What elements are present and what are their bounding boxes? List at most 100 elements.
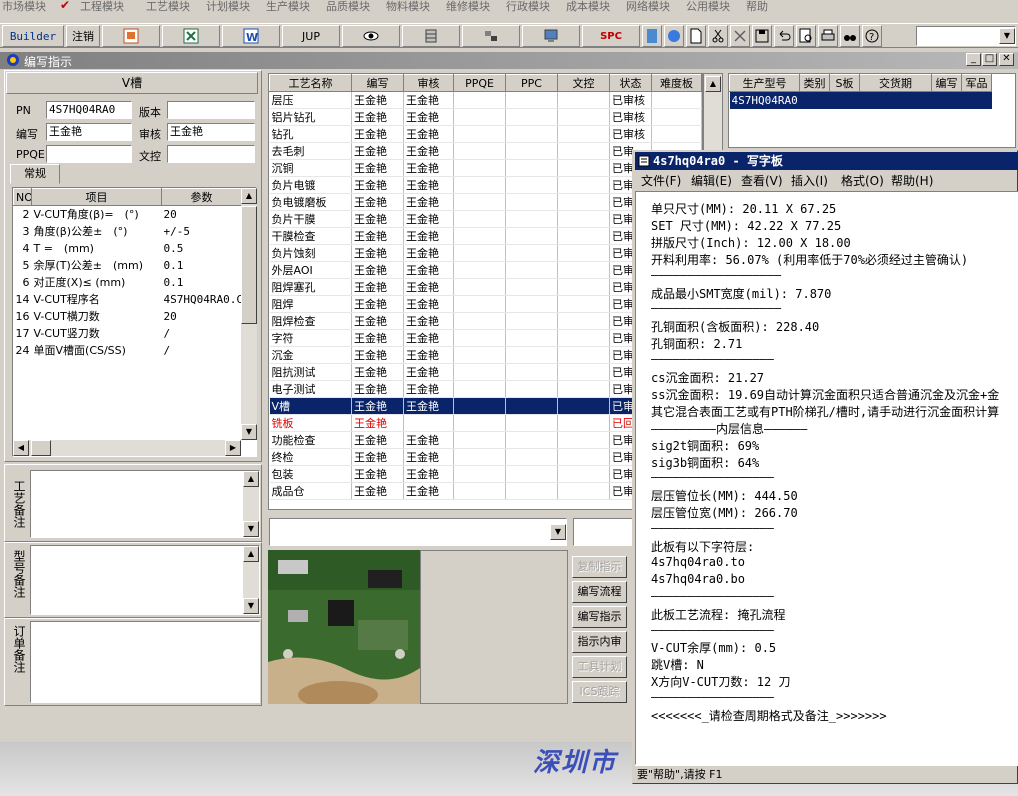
process-header-0[interactable]: 工艺名称 bbox=[269, 74, 352, 92]
param-header-item[interactable]: 项目 bbox=[31, 188, 162, 206]
process-header-4[interactable]: PPC bbox=[505, 74, 558, 92]
wordpad-document[interactable]: 单只尺寸(MM): 20.11 X 67.25 SET 尺寸(MM): 42.22… bbox=[635, 191, 1018, 765]
new-button[interactable] bbox=[686, 25, 706, 47]
tab-general[interactable]: 常规 bbox=[10, 164, 60, 184]
param-vscrollbar[interactable]: ▲ ▼ bbox=[241, 188, 257, 440]
network-button[interactable] bbox=[462, 25, 520, 47]
hscroll-thumb[interactable] bbox=[31, 440, 51, 456]
logout-button[interactable]: 注销 bbox=[66, 25, 100, 47]
pn-field[interactable]: 4S7HQ04RA0 bbox=[46, 101, 132, 119]
menu-market[interactable]: 市场模块 bbox=[2, 0, 46, 14]
menu-material[interactable]: 物料模块 bbox=[386, 0, 430, 14]
scroll-up-icon[interactable]: ▲ bbox=[243, 546, 259, 562]
param-row[interactable]: 24 单面V槽面(CS/SS) / bbox=[14, 342, 242, 359]
version-field[interactable] bbox=[167, 101, 255, 119]
save-button[interactable] bbox=[752, 25, 772, 47]
process-row[interactable]: 铝片钻孔 王金艳 王金艳 已审核 bbox=[269, 108, 702, 126]
process-header-3[interactable]: PPQE bbox=[453, 74, 506, 92]
ppqe-field[interactable] bbox=[46, 145, 132, 163]
process-header-6[interactable]: 状态 bbox=[609, 74, 652, 92]
param-row[interactable]: 3 角度(β)公差± (°) +/-5 bbox=[14, 223, 242, 240]
process-header-5[interactable]: 文控 bbox=[557, 74, 610, 92]
undo-button[interactable] bbox=[774, 25, 794, 47]
minimize-button[interactable]: _ bbox=[966, 53, 981, 66]
scroll-down-icon[interactable]: ▼ bbox=[243, 598, 259, 614]
write-instruction-button[interactable]: 编写指示 bbox=[572, 606, 627, 628]
param-hscrollbar[interactable]: ◀ ▶ bbox=[13, 440, 241, 456]
order-header-3[interactable]: 交货期 bbox=[859, 74, 932, 92]
param-row[interactable]: 5 余厚(T)公差± (mm) 0.1 bbox=[14, 257, 242, 274]
view-button[interactable] bbox=[342, 25, 400, 47]
audit-field[interactable]: 王金艳 bbox=[167, 123, 255, 141]
find-button[interactable] bbox=[840, 25, 860, 47]
ics-track-button[interactable]: ICS跟踪 bbox=[572, 681, 627, 703]
scroll-left-icon[interactable]: ◀ bbox=[13, 440, 29, 456]
menu-engineering[interactable]: 工程模块 bbox=[80, 0, 124, 14]
database-button[interactable] bbox=[402, 25, 460, 47]
maximize-button[interactable]: □ bbox=[982, 53, 997, 66]
wp-menu-format[interactable]: 格式(O) bbox=[841, 172, 884, 189]
menu-plan[interactable]: 计划模块 bbox=[206, 0, 250, 14]
order-header-4[interactable]: 编写 bbox=[931, 74, 962, 92]
menu-network[interactable]: 网络模块 bbox=[626, 0, 670, 14]
menu-process[interactable]: 工艺模块 bbox=[146, 0, 190, 14]
menu-quality[interactable]: 品质模块 bbox=[326, 0, 370, 14]
menu-maintenance[interactable]: 维修模块 bbox=[446, 0, 490, 14]
process-header-2[interactable]: 审核 bbox=[403, 74, 454, 92]
order-notes-field[interactable] bbox=[30, 621, 260, 703]
scroll-up-icon[interactable]: ▲ bbox=[243, 471, 259, 487]
print-button[interactable] bbox=[818, 25, 838, 47]
order-row[interactable]: 4S7HQ04RA0 bbox=[729, 91, 992, 109]
powerpoint-button[interactable] bbox=[102, 25, 160, 47]
menu-admin[interactable]: 行政模块 bbox=[506, 0, 550, 14]
writer-field[interactable]: 王金艳 bbox=[46, 123, 132, 141]
wp-menu-edit[interactable]: 编辑(E) bbox=[691, 172, 732, 189]
order-header-0[interactable]: 生产型号 bbox=[729, 74, 800, 92]
close-button[interactable]: ✕ bbox=[999, 53, 1014, 66]
instruction-select[interactable]: ▼ bbox=[269, 518, 567, 546]
secondary-select[interactable] bbox=[573, 518, 633, 546]
menu-cost[interactable]: 成本模块 bbox=[566, 0, 610, 14]
scroll-down-icon[interactable]: ▼ bbox=[243, 521, 259, 537]
process-row[interactable]: 层压 王金艳 王金艳 已审核 bbox=[269, 91, 702, 109]
jup-button[interactable]: JUP bbox=[282, 25, 340, 47]
menu-help[interactable]: 帮助 bbox=[746, 0, 768, 14]
toolbar-dropdown[interactable]: ▼ bbox=[916, 26, 1016, 46]
param-row[interactable]: 2 V-CUT角度(β)= (°) 20 bbox=[14, 206, 242, 223]
tool-plan-button[interactable]: 工具计划 bbox=[572, 656, 627, 678]
write-flow-button[interactable]: 编写流程 bbox=[572, 581, 627, 603]
menu-common[interactable]: 公用模块 bbox=[686, 0, 730, 14]
param-row[interactable]: 4T = (mm) 0.5 bbox=[14, 240, 242, 257]
word-button[interactable]: W bbox=[222, 25, 280, 47]
help-button[interactable]: ? bbox=[862, 25, 882, 47]
excel-button[interactable] bbox=[162, 25, 220, 47]
param-row[interactable]: 14 V-CUT程序名 4S7HQ04RA0.CS bbox=[14, 291, 242, 308]
menu-production[interactable]: 生产模块 bbox=[266, 0, 310, 14]
process-notes-field[interactable]: ▲ ▼ bbox=[30, 470, 260, 538]
param-header-value[interactable]: 参数 bbox=[161, 188, 242, 206]
param-row[interactable]: 17 V-CUT竖刀数 / bbox=[14, 325, 242, 342]
process-header-1[interactable]: 编写 bbox=[351, 74, 404, 92]
wp-menu-file[interactable]: 文件(F) bbox=[641, 172, 681, 189]
process-row[interactable]: 钻孔 王金艳 王金艳 已审核 bbox=[269, 125, 702, 143]
builder-button[interactable]: Builder bbox=[2, 25, 64, 47]
copy-instruction-button[interactable]: 复制指示 bbox=[572, 556, 627, 578]
scroll-right-icon[interactable]: ▶ bbox=[225, 440, 241, 456]
order-header-5[interactable]: 军品 bbox=[961, 74, 992, 92]
cut-button[interactable] bbox=[708, 25, 728, 47]
order-header-2[interactable]: S板 bbox=[829, 74, 860, 92]
wp-menu-view[interactable]: 查看(V) bbox=[741, 172, 783, 189]
wp-menu-help[interactable]: 帮助(H) bbox=[891, 172, 933, 189]
scroll-up-icon[interactable]: ▲ bbox=[241, 188, 257, 204]
scroll-thumb[interactable] bbox=[241, 206, 257, 324]
wp-menu-insert[interactable]: 插入(I) bbox=[791, 172, 828, 189]
tool-button-1[interactable] bbox=[642, 25, 662, 47]
preview-button[interactable] bbox=[796, 25, 816, 47]
computer-button[interactable] bbox=[522, 25, 580, 47]
scroll-down-icon[interactable]: ▼ bbox=[241, 424, 257, 440]
model-notes-field[interactable]: ▲ ▼ bbox=[30, 545, 260, 615]
process-header-7[interactable]: 难度板 bbox=[651, 74, 702, 92]
param-row[interactable]: 16 V-CUT横刀数 20 bbox=[14, 308, 242, 325]
tool-button-2[interactable] bbox=[664, 25, 684, 47]
param-row[interactable]: 6 对正度(X)≤ (mm) 0.1 bbox=[14, 274, 242, 291]
